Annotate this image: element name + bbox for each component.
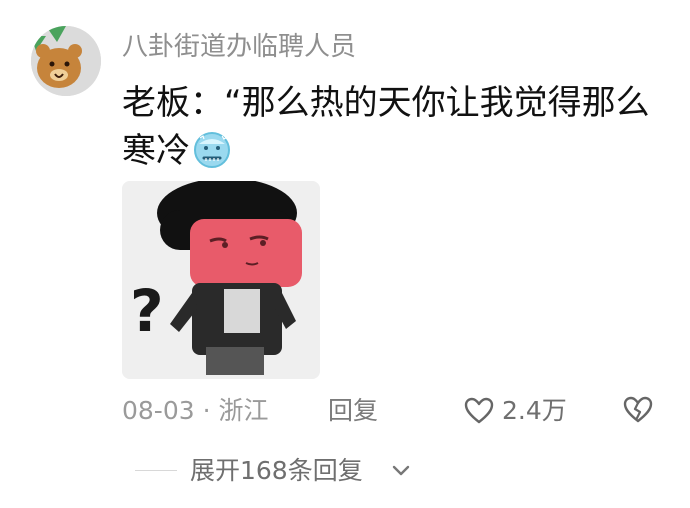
expand-divider bbox=[135, 470, 177, 471]
bear-avatar-icon bbox=[31, 26, 101, 96]
comment-body: 老板：“那么热的天你让我觉得那么寒冷 bbox=[122, 79, 662, 175]
like-button[interactable]: 2.4万 bbox=[464, 393, 567, 429]
comment-date-location: 08-03 · 浙江 bbox=[122, 396, 269, 425]
heart-outline-icon bbox=[464, 397, 494, 424]
like-count: 2.4万 bbox=[502, 396, 567, 425]
chevron-down-icon[interactable] bbox=[392, 464, 410, 478]
freezing-face-icon bbox=[194, 132, 230, 168]
user-avatar[interactable] bbox=[31, 26, 101, 96]
sticker-image[interactable]: ? bbox=[122, 181, 320, 379]
confused-red-face-sticker-icon: ? bbox=[122, 181, 320, 379]
svg-text:?: ? bbox=[130, 277, 164, 345]
expand-replies-button[interactable]: 展开168条回复 bbox=[190, 454, 363, 488]
broken-heart-dislike-icon[interactable] bbox=[623, 396, 653, 424]
reply-button[interactable]: 回复 bbox=[328, 393, 378, 429]
comment-username[interactable]: 八卦街道办临聘人员 bbox=[122, 30, 356, 64]
